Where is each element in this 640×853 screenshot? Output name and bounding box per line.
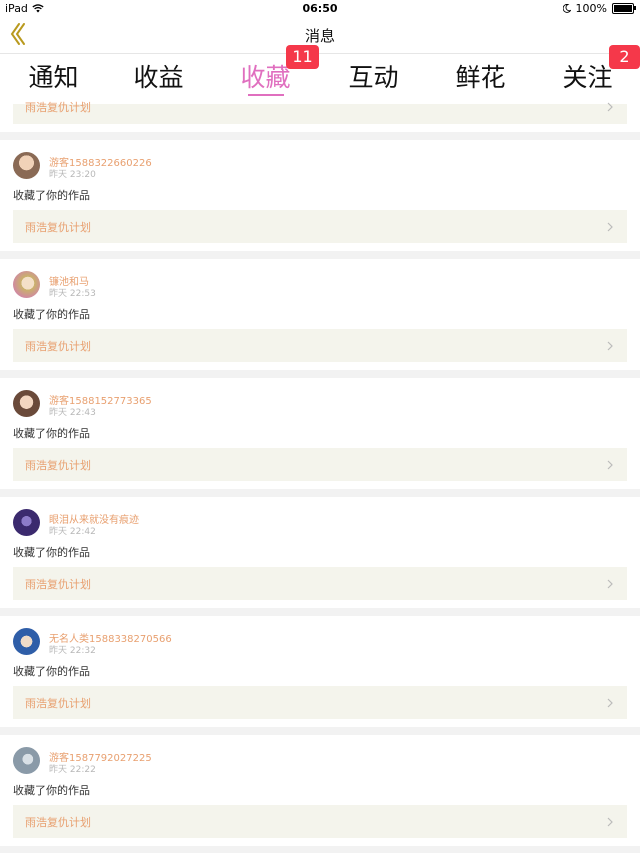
timestamp: 昨天 22:43 — [49, 408, 96, 418]
chevron-right-icon — [607, 817, 613, 827]
action-text: 收藏了你的作品 — [13, 427, 90, 440]
list-item: 游客1587792027225 昨天 22:22 收藏了你的作品 雨浩复仇计划 — [0, 735, 640, 846]
chevron-right-icon — [607, 102, 613, 112]
work-link[interactable]: 雨浩复仇计划 — [13, 448, 627, 481]
chevron-right-icon — [607, 698, 613, 708]
work-link[interactable]: 雨浩复仇计划 — [13, 567, 627, 600]
work-title: 雨浩复仇计划 — [25, 221, 91, 234]
follow-badge: 2 — [609, 45, 640, 69]
action-text: 收藏了你的作品 — [13, 665, 90, 678]
tab-interactions[interactable]: 互动 — [320, 58, 427, 100]
timestamp: 昨天 23:20 — [49, 170, 96, 180]
status-right: 100% — [562, 2, 636, 15]
status-time: 06:50 — [302, 2, 338, 15]
action-text: 收藏了你的作品 — [13, 308, 90, 321]
list-item: 游客1588152773365 昨天 22:43 收藏了你的作品 雨浩复仇计划 — [0, 378, 640, 489]
tab-bar: 通知 收益 收藏 11 互动 鲜花 关注 2 — [0, 45, 640, 104]
work-link[interactable]: 雨浩复仇计划 — [13, 686, 627, 719]
favorites-badge: 11 — [286, 45, 319, 69]
tab-earnings[interactable]: 收益 — [105, 58, 212, 100]
work-title: 雨浩复仇计划 — [25, 459, 91, 472]
chevron-right-icon — [607, 341, 613, 351]
status-bar: iPad 06:50 100% — [0, 0, 640, 17]
page-title: 消息 — [304, 27, 335, 45]
tab-label: 收益 — [133, 63, 184, 92]
battery-percent: 100% — [575, 2, 607, 15]
action-text: 收藏了你的作品 — [13, 546, 90, 559]
tab-notifications[interactable]: 通知 — [0, 58, 107, 100]
avatar[interactable] — [13, 390, 40, 417]
work-title: 雨浩复仇计划 — [25, 697, 91, 710]
work-link[interactable]: 雨浩复仇计划 — [13, 805, 627, 838]
timestamp: 昨天 22:22 — [49, 765, 96, 775]
work-title: 雨浩复仇计划 — [25, 816, 91, 829]
work-title: 雨浩复仇计划 — [25, 101, 91, 114]
work-link[interactable]: 雨浩复仇计划 — [13, 101, 627, 124]
avatar[interactable] — [13, 271, 40, 298]
chevron-right-icon — [607, 460, 613, 470]
battery-icon — [612, 3, 636, 14]
tab-flowers[interactable]: 鲜花 — [427, 58, 534, 100]
list-item: 眼泪从来就没有痕迹 昨天 22:42 收藏了你的作品 雨浩复仇计划 — [0, 497, 640, 608]
work-link[interactable]: 雨浩复仇计划 — [13, 329, 627, 362]
list-item: 游客1588322660226 昨天 23:20 收藏了你的作品 雨浩复仇计划 — [0, 140, 640, 251]
timestamp: 昨天 22:42 — [49, 527, 96, 537]
action-text: 收藏了你的作品 — [13, 189, 90, 202]
timestamp: 昨天 22:53 — [49, 289, 96, 299]
tab-label: 通知 — [28, 63, 79, 92]
chevron-right-icon — [607, 222, 613, 232]
action-text: 收藏了你的作品 — [13, 784, 90, 797]
tab-label: 互动 — [348, 63, 399, 92]
avatar[interactable] — [13, 152, 40, 179]
nav-bar: 消息 — [0, 17, 640, 54]
tab-label: 收藏 — [240, 63, 291, 92]
list-item: 无名人类1588338270566 昨天 22:32 收藏了你的作品 雨浩复仇计… — [0, 616, 640, 727]
avatar[interactable] — [13, 509, 40, 536]
moon-icon — [562, 4, 571, 13]
tab-label: 鲜花 — [455, 63, 506, 92]
chevron-right-icon — [607, 579, 613, 589]
work-title: 雨浩复仇计划 — [25, 578, 91, 591]
avatar[interactable] — [13, 747, 40, 774]
work-title: 雨浩复仇计划 — [25, 340, 91, 353]
work-link[interactable]: 雨浩复仇计划 — [13, 210, 627, 243]
active-tab-indicator — [248, 94, 284, 96]
tab-label: 关注 — [562, 63, 613, 92]
list-item: 雨浩复仇计划 — [0, 101, 640, 132]
timestamp: 昨天 22:32 — [49, 646, 96, 656]
avatar[interactable] — [13, 628, 40, 655]
favorites-list: 雨浩复仇计划 游客1588322660226 昨天 23:20 收藏了你的作品 … — [0, 101, 640, 846]
list-item: 镰池和马 昨天 22:53 收藏了你的作品 雨浩复仇计划 — [0, 259, 640, 370]
